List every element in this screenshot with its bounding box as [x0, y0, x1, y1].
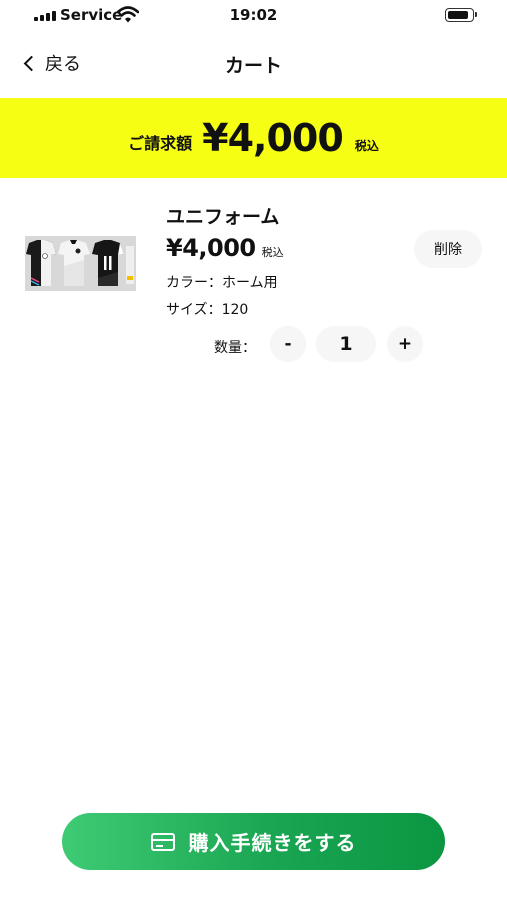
battery-level: [448, 11, 468, 19]
total-label: ご請求額: [128, 134, 193, 153]
cart-item: ユニフォーム ¥4,000 税込 カラー：ホーム用 サイズ：120 削除 数量：…: [0, 190, 507, 370]
total-banner: ご請求額 ¥4,000 税込: [0, 98, 507, 178]
quantity-increase-button[interactable]: +: [387, 326, 423, 362]
product-image[interactable]: [25, 236, 136, 291]
credit-card-icon: [150, 832, 175, 851]
product-price-row: ¥4,000 税込: [166, 234, 284, 262]
cart-screen: Service 19:02 戻る カート ご請求額 ¥4,000 税込 ユニフォ…: [0, 0, 507, 900]
delete-button[interactable]: 削除: [414, 230, 482, 268]
battery-icon: [445, 8, 477, 22]
checkout-button[interactable]: 購入手続きをする: [62, 813, 445, 870]
total-tax-note: 税込: [354, 138, 379, 153]
total-amount: ¥4,000: [202, 116, 344, 160]
page-title: カート: [224, 55, 282, 77]
product-color: カラー：ホーム用: [166, 275, 278, 291]
status-time: 19:02: [229, 6, 278, 24]
status-bar: Service 19:02: [0, 0, 507, 32]
product-price: ¥4,000: [166, 234, 256, 262]
navigation-bar: 戻る カート: [0, 40, 507, 86]
product-tax-note: 税込: [261, 246, 284, 259]
product-name: ユニフォーム: [166, 206, 280, 228]
product-size: サイズ：120: [166, 302, 249, 318]
quantity-value: 1: [316, 326, 376, 362]
checkout-label: 購入手続きをする: [188, 831, 357, 855]
quantity-label: 数量：: [214, 340, 256, 356]
quantity-decrease-button[interactable]: -: [270, 326, 306, 362]
